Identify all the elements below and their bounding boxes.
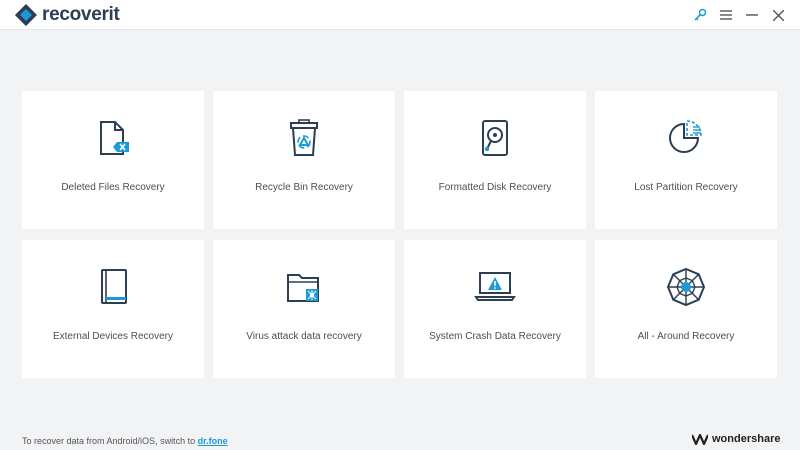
footer-hint-text: To recover data from Android/iOS, switch… [22,436,198,446]
virus-folder-icon [279,262,329,312]
wondershare-mark-icon [692,433,708,445]
virus-attack-recovery-card[interactable]: Virus attack data recovery [213,240,395,378]
card-label: Recycle Bin Recovery [255,182,353,193]
card-label: Deleted Files Recovery [61,182,165,193]
card-label: Lost Partition Recovery [634,182,738,193]
footer-hint: To recover data from Android/iOS, switch… [22,436,228,446]
card-label: System Crash Data Recovery [429,331,561,342]
external-devices-recovery-card[interactable]: External Devices Recovery [22,240,204,378]
card-label: All - Around Recovery [637,331,735,342]
recycle-bin-recovery-card[interactable]: Recycle Bin Recovery [213,91,395,229]
deleted-file-icon [88,113,138,163]
laptop-warning-icon [470,262,520,312]
deleted-files-recovery-card[interactable]: Deleted Files Recovery [22,91,204,229]
partition-pie-icon [661,113,711,163]
card-label: Virus attack data recovery [246,331,362,342]
web-network-icon [661,262,711,312]
all-around-recovery-card[interactable]: All - Around Recovery [595,240,777,378]
recovery-options-grid: Deleted Files Recovery Recycle Bin Recov… [0,0,800,450]
external-device-icon [88,262,138,312]
vendor-name: wondershare [712,433,781,445]
wondershare-logo: wondershare [692,433,780,445]
formatted-disk-recovery-card[interactable]: Formatted Disk Recovery [404,91,586,229]
lost-partition-recovery-card[interactable]: Lost Partition Recovery [595,91,777,229]
card-label: External Devices Recovery [52,331,174,342]
hard-disk-icon [470,113,520,163]
recycle-bin-icon [279,113,329,163]
drfone-link[interactable]: dr.fone [198,436,228,446]
system-crash-recovery-card[interactable]: System Crash Data Recovery [404,240,586,378]
card-label: Formatted Disk Recovery [438,182,552,193]
